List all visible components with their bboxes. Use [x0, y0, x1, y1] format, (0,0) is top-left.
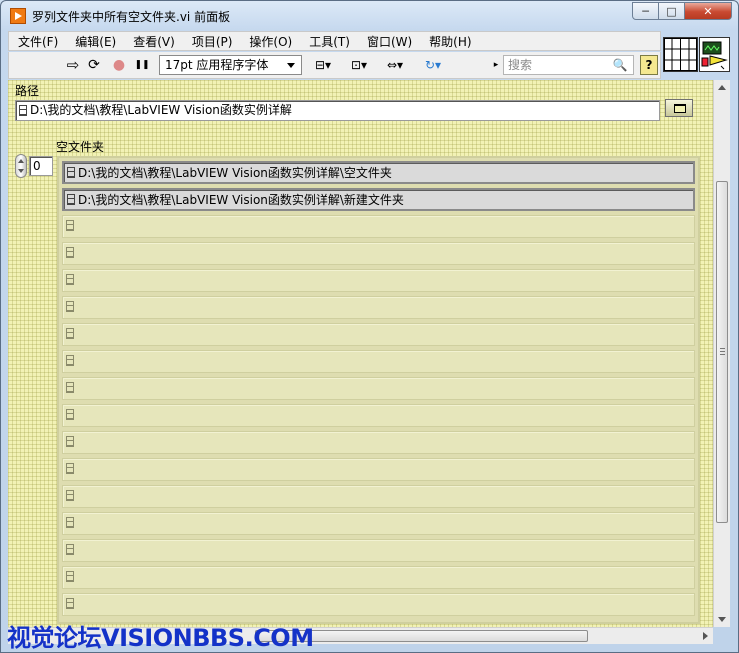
path-icon: [66, 382, 74, 393]
browse-button[interactable]: [665, 99, 693, 117]
search-icon[interactable]: 🔍: [611, 56, 629, 74]
path-icon: [66, 490, 74, 501]
path-icon: [66, 328, 74, 339]
folder-icon: [674, 104, 686, 113]
array-element-value: D:\我的文档\教程\LabVIEW Vision函数实例详解\空文件夹: [78, 166, 392, 180]
vertical-scrollbar[interactable]: [713, 80, 730, 627]
array-element-empty[interactable]: [62, 566, 695, 589]
menu-window[interactable]: 窗口(W): [358, 33, 420, 50]
run-arrow-icon[interactable]: ⇨: [64, 56, 82, 74]
context-help-button[interactable]: ?: [640, 55, 658, 75]
search-options-arrow-icon[interactable]: ▸: [491, 56, 501, 74]
array-element[interactable]: D:\我的文档\教程\LabVIEW Vision函数实例详解\新建文件夹: [62, 188, 695, 211]
path-icon: [66, 517, 74, 528]
index-value[interactable]: 0: [29, 156, 53, 176]
path-icon: [66, 301, 74, 312]
run-continuously-icon[interactable]: ⟳: [84, 56, 104, 74]
index-spinner-icon[interactable]: [15, 154, 27, 178]
array-element-value: D:\我的文档\教程\LabVIEW Vision函数实例详解\新建文件夹: [78, 193, 404, 207]
menu-help[interactable]: 帮助(H): [420, 33, 479, 50]
array-element-empty[interactable]: [62, 458, 695, 481]
path-icon: [66, 220, 74, 231]
window-title: 罗列文件夹中所有空文件夹.vi 前面板: [32, 10, 231, 24]
abort-execution-icon[interactable]: ●: [110, 56, 128, 74]
array-index-control: 0: [15, 154, 53, 178]
close-button[interactable]: ✕: [685, 2, 732, 20]
vi-icon[interactable]: [699, 37, 730, 72]
array-element-empty[interactable]: [62, 377, 695, 400]
labview-app-icon: [10, 8, 26, 24]
path-icon: [66, 598, 74, 609]
minimize-button[interactable]: ─: [632, 2, 659, 20]
array-element-empty[interactable]: [62, 269, 695, 292]
reorder-icon[interactable]: ↻▾: [419, 56, 447, 74]
front-panel: 路径 D:\我的文档\教程\LabVIEW Vision函数实例详解 空文件夹 …: [8, 80, 713, 627]
array-element-empty[interactable]: [62, 350, 695, 373]
title-bar[interactable]: 罗列文件夹中所有空文件夹.vi 前面板 ─ □ ✕: [1, 1, 738, 31]
path-icon: [66, 463, 74, 474]
path-icon: [67, 194, 75, 205]
path-icon: [66, 247, 74, 258]
path-icon: [66, 409, 74, 420]
toolbar: ⇨ ⟳ ● ❚❚ 17pt 应用程序字体 ⊟▾ ⊡▾ ⇔▾ ↻▾ ▸ 🔍 ?: [8, 52, 661, 79]
menu-view[interactable]: 查看(V): [124, 33, 183, 50]
path-label: 路径: [15, 84, 40, 98]
maximize-button[interactable]: □: [659, 2, 685, 20]
array-element-empty[interactable]: [62, 539, 695, 562]
array-element[interactable]: D:\我的文档\教程\LabVIEW Vision函数实例详解\空文件夹: [62, 161, 695, 184]
path-icon: [66, 274, 74, 285]
array-element-empty[interactable]: [62, 242, 695, 265]
array-element-empty[interactable]: [62, 404, 695, 427]
path-control[interactable]: D:\我的文档\教程\LabVIEW Vision函数实例详解: [15, 100, 660, 121]
align-objects-icon[interactable]: ⊟▾: [309, 56, 337, 74]
font-select[interactable]: 17pt 应用程序字体: [159, 55, 302, 75]
array-element-empty[interactable]: [62, 215, 695, 238]
path-icon: [66, 355, 74, 366]
path-icon: [66, 436, 74, 447]
menu-file[interactable]: 文件(F): [9, 33, 66, 50]
array-element-empty[interactable]: [62, 485, 695, 508]
scroll-down-icon[interactable]: [718, 617, 726, 622]
menu-bar: 文件(F) 编辑(E) 查看(V) 项目(P) 操作(O) 工具(T) 窗口(W…: [8, 31, 661, 51]
menu-operate[interactable]: 操作(O): [240, 33, 300, 50]
scroll-right-icon[interactable]: [703, 632, 708, 640]
connector-pane-icon[interactable]: [663, 37, 698, 72]
menu-project[interactable]: 项目(P): [183, 33, 241, 50]
pause-icon[interactable]: ❚❚: [133, 56, 151, 74]
labview-front-panel-window: 罗列文件夹中所有空文件夹.vi 前面板 ─ □ ✕ 文件(F) 编辑(E) 查看…: [0, 0, 739, 653]
array-element-empty[interactable]: [62, 323, 695, 346]
distribute-objects-icon[interactable]: ⊡▾: [345, 56, 373, 74]
menu-edit[interactable]: 编辑(E): [66, 33, 124, 50]
path-icon: [19, 105, 27, 116]
path-value: D:\我的文档\教程\LabVIEW Vision函数实例详解: [30, 103, 292, 117]
vertical-scroll-thumb[interactable]: [716, 181, 728, 523]
menu-tools[interactable]: 工具(T): [300, 33, 358, 50]
array-label: 空文件夹: [56, 140, 105, 154]
empty-folders-array: D:\我的文档\教程\LabVIEW Vision函数实例详解\空文件夹 D:\…: [57, 156, 700, 624]
array-element-empty[interactable]: [62, 431, 695, 454]
path-icon: [66, 571, 74, 582]
array-element-empty[interactable]: [62, 593, 695, 616]
watermark-text: 视觉论坛VISIONBBS.COM: [7, 624, 314, 652]
scroll-up-icon[interactable]: [718, 85, 726, 90]
array-element-empty[interactable]: [62, 512, 695, 535]
path-icon: [67, 167, 75, 178]
array-element-empty[interactable]: [62, 296, 695, 319]
path-icon: [66, 544, 74, 555]
window-controls: ─ □ ✕: [632, 2, 732, 20]
resize-objects-icon[interactable]: ⇔▾: [381, 56, 409, 74]
